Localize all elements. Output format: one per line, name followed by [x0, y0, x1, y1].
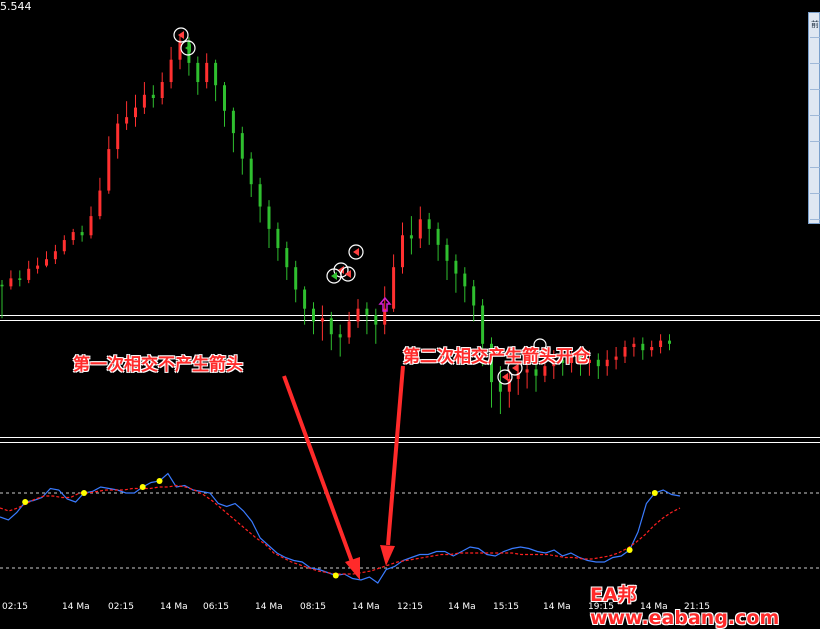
candle-body: [338, 334, 342, 338]
candle-body: [436, 228, 440, 245]
candle-body: [9, 278, 13, 287]
candle-body: [312, 308, 315, 322]
candle-body: [80, 232, 84, 236]
candle-body: [632, 343, 636, 347]
chart-canvas: [0, 27, 820, 584]
candle-body: [534, 369, 538, 376]
candle-body: [276, 228, 280, 249]
candle-body: [401, 235, 404, 268]
side-panel-tab[interactable]: [810, 169, 820, 194]
candle-body: [53, 251, 57, 260]
candle-body: [71, 232, 75, 241]
signal-circle-icon: [348, 244, 364, 260]
candle-body: [641, 343, 645, 351]
candle-body: [196, 62, 200, 83]
candle-body: [623, 347, 627, 357]
candle-body: [418, 219, 422, 239]
candle-body: [0, 284, 4, 287]
candle-body: [365, 308, 369, 316]
candle-body: [356, 308, 360, 322]
candle-body: [294, 267, 298, 290]
side-panel-tab[interactable]: [810, 39, 820, 64]
candle-body: [125, 117, 129, 124]
candle-body: [160, 82, 164, 98]
candle-body: [427, 219, 431, 229]
candle-body: [27, 268, 31, 280]
annotation-first-cross: 第一次相交不产生箭头: [73, 355, 243, 375]
indicator-pane: [0, 472, 820, 584]
candle-body: [454, 260, 458, 274]
candle-body: [481, 305, 485, 344]
annotation-arrows: [282, 365, 405, 580]
candle-body: [409, 235, 413, 239]
candle-body: [107, 149, 111, 191]
candle-body: [116, 123, 120, 150]
candle-body: [240, 133, 244, 159]
candle-body: [463, 273, 467, 287]
candle-body: [205, 62, 209, 83]
candle-body: [249, 158, 253, 185]
side-panel-tab[interactable]: [810, 143, 820, 168]
candle-body: [525, 369, 529, 373]
annotation-second-cross: 第二次相交产生箭头开仓: [403, 347, 590, 367]
price-readout: 5.544: [0, 0, 32, 13]
candle-body: [134, 107, 137, 118]
side-panel-tab[interactable]: [810, 195, 820, 220]
candle-body: [445, 244, 449, 261]
side-panel-tab[interactable]: 前: [810, 13, 820, 38]
candle-body: [614, 356, 618, 360]
candle-body: [543, 366, 547, 376]
indicator-marker-dot: [651, 490, 658, 496]
candle-body: [605, 359, 609, 367]
candle-body: [303, 289, 307, 309]
candle-body: [329, 318, 333, 335]
candle-body: [18, 278, 22, 280]
side-panel-tab[interactable]: [810, 117, 820, 142]
candle-body: [214, 62, 218, 86]
candle-body: [668, 340, 671, 344]
candle-body: [151, 94, 155, 98]
candle-body: [187, 40, 191, 63]
side-panel-tab[interactable]: [810, 65, 820, 90]
arrow-head-icon: [345, 557, 360, 580]
candle-body: [45, 259, 48, 266]
signal-markers: [173, 27, 547, 385]
candle-body: [142, 94, 146, 108]
candle-body: [62, 240, 66, 252]
candle-body: [231, 110, 235, 134]
candle-body: [36, 265, 40, 269]
candle-body: [169, 59, 173, 83]
candle-body: [472, 286, 476, 306]
candle-body: [659, 340, 663, 347]
indicator-marker-dot: [139, 484, 146, 490]
candle-body: [596, 359, 600, 367]
candle-body: [650, 347, 654, 351]
candle-body: [89, 216, 93, 236]
candle-body: [258, 184, 262, 207]
candle-body: [392, 267, 396, 309]
indicator-marker-dot: [332, 572, 339, 579]
signal-circle-icon: [173, 27, 189, 43]
indicator-marker-dot: [156, 478, 163, 484]
arrow-head-icon: [380, 545, 395, 566]
candle-body: [285, 248, 289, 268]
candle-body: [267, 206, 271, 229]
indicator-marker-dot: [626, 547, 633, 553]
watermark: EA邦 www.eabang.com: [590, 584, 780, 629]
trading-chart[interactable]: 5.544 前 第一次相交不产生箭头 第二次相交产生箭头开仓 02:15 14 …: [0, 0, 820, 629]
candle-body: [320, 318, 324, 322]
side-panel[interactable]: 前: [808, 12, 820, 224]
candle-body: [223, 85, 226, 111]
side-panel-tab[interactable]: [810, 91, 820, 116]
indicator-marker-dot: [81, 490, 87, 496]
candle-body: [98, 190, 102, 217]
candle-body: [374, 315, 378, 325]
indicator-marker-dot: [22, 499, 29, 505]
candle-body: [347, 321, 351, 338]
